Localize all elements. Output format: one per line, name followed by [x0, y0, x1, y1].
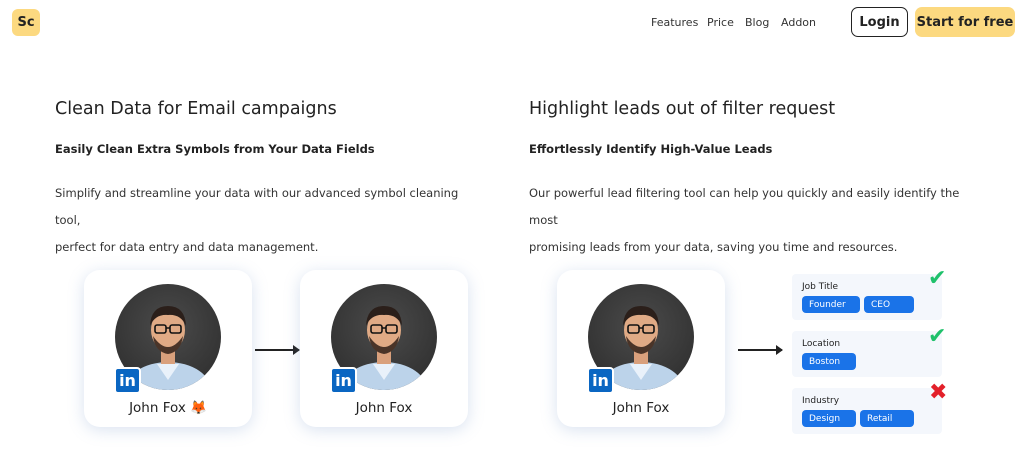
- logo[interactable]: Sc: [12, 9, 40, 36]
- highlight-leads-paragraph-line-2: promising leads from your data, saving y…: [529, 240, 898, 254]
- clean-data-paragraph-line-1: Simplify and streamline your data with o…: [55, 186, 459, 227]
- filter-label: Location: [802, 339, 841, 349]
- filter-job-title: Job Title Founder CEO: [792, 274, 942, 320]
- profile-card-lead: in John Fox: [557, 270, 725, 427]
- profile-name-lead: John Fox: [612, 400, 670, 416]
- nav-features-link[interactable]: Features: [651, 16, 698, 29]
- linkedin-icon: in: [114, 367, 141, 394]
- check-icon: ✔: [928, 266, 947, 291]
- cross-icon: ✖: [929, 380, 948, 405]
- profile-name-with-emoji: John Fox 🦊: [129, 400, 207, 416]
- nav-price-link[interactable]: Price: [707, 16, 734, 29]
- clean-data-title: Clean Data for Email campaigns: [55, 99, 337, 119]
- login-button[interactable]: Login: [851, 7, 908, 37]
- check-icon: ✔: [928, 324, 947, 349]
- filter-tag: Retail: [860, 410, 914, 427]
- nav-addon-link[interactable]: Addon: [781, 16, 816, 29]
- clean-data-subtitle: Easily Clean Extra Symbols from Your Dat…: [55, 142, 375, 156]
- profile-card-before: in John Fox 🦊: [84, 270, 252, 427]
- linkedin-icon: in: [330, 367, 357, 394]
- highlight-leads-paragraph: Our powerful lead filtering tool can hel…: [529, 180, 989, 261]
- filter-label: Industry: [802, 396, 840, 406]
- arrow-right-icon: [255, 345, 300, 355]
- profile-card-after: in John Fox: [300, 270, 468, 427]
- arrow-right-icon: [738, 345, 783, 355]
- clean-data-paragraph-line-2: perfect for data entry and data manageme…: [55, 240, 319, 254]
- nav-blog-link[interactable]: Blog: [745, 16, 769, 29]
- start-for-free-button[interactable]: Start for free: [915, 7, 1015, 37]
- highlight-leads-title: Highlight leads out of filter request: [529, 99, 836, 119]
- filter-label: Job Title: [802, 282, 839, 292]
- filter-tag: Boston: [802, 353, 856, 370]
- highlight-leads-subtitle: Effortlessly Identify High-Value Leads: [529, 142, 773, 156]
- filter-tag: CEO: [864, 296, 914, 313]
- highlight-leads-paragraph-line-1: Our powerful lead filtering tool can hel…: [529, 186, 960, 227]
- clean-data-paragraph: Simplify and streamline your data with o…: [55, 180, 485, 261]
- filter-tag: Design: [802, 410, 856, 427]
- profile-name-clean: John Fox: [355, 400, 413, 416]
- linkedin-icon: in: [587, 367, 614, 394]
- filter-tag: Founder: [802, 296, 860, 313]
- filter-industry: Industry Design Retail: [792, 388, 942, 434]
- filter-location: Location Boston: [792, 331, 942, 377]
